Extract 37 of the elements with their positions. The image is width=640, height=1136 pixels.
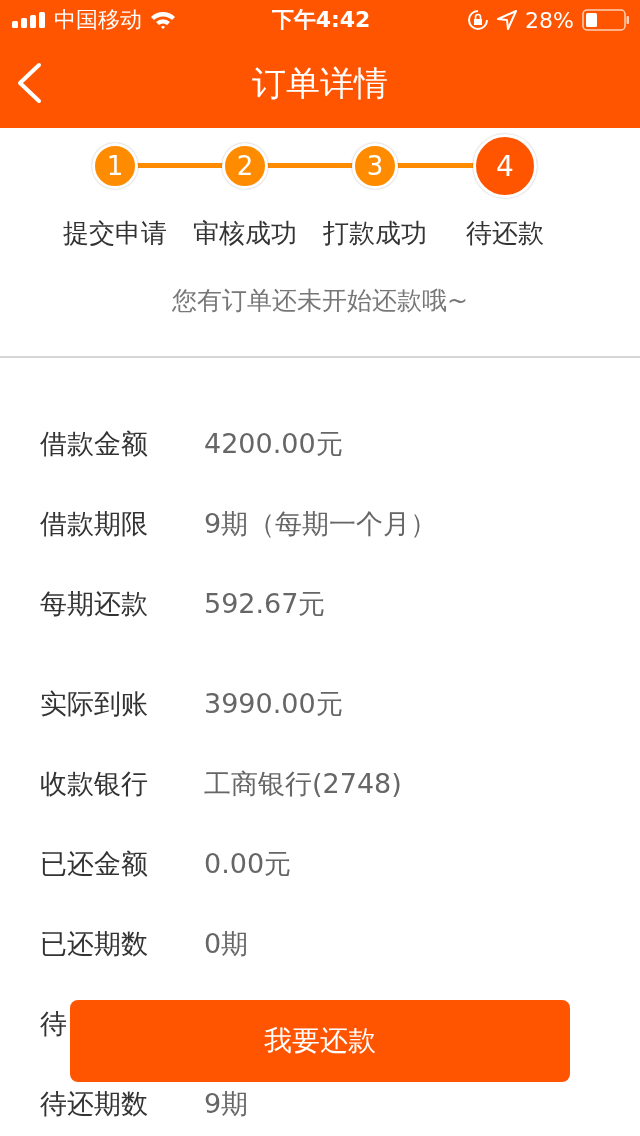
field-value: 0期 bbox=[204, 927, 249, 961]
step-label: 打款成功 bbox=[323, 217, 427, 250]
field-value: 0.00元 bbox=[204, 847, 292, 881]
step-number: 2 bbox=[222, 143, 268, 189]
battery-percent: 28% bbox=[525, 7, 574, 33]
field-label: 待 bbox=[40, 1007, 68, 1041]
notice-text: 您有订单还未开始还款哦~ bbox=[0, 280, 640, 358]
step-label: 提交申请 bbox=[63, 217, 167, 250]
field-value: 592.67元 bbox=[204, 587, 326, 621]
field-label: 每期还款 bbox=[40, 587, 149, 621]
back-icon[interactable] bbox=[16, 62, 42, 104]
signal-icon bbox=[12, 12, 46, 28]
field-value: 9期 bbox=[204, 1087, 249, 1121]
field-label: 待还期数 bbox=[40, 1087, 149, 1121]
step-label: 待还款 bbox=[466, 217, 544, 250]
step-number: 3 bbox=[352, 143, 398, 189]
step-number: 1 bbox=[92, 143, 138, 189]
page-title: 订单详情 bbox=[252, 62, 388, 105]
field-label: 实际到账 bbox=[40, 687, 149, 721]
step-label: 审核成功 bbox=[193, 217, 297, 250]
repay-button[interactable]: 我要还款 bbox=[70, 1000, 570, 1082]
field-value: 工商银行(2748) bbox=[204, 767, 402, 801]
field-value: 4200.00元 bbox=[204, 427, 343, 461]
status-time: 下午4:42 bbox=[271, 6, 371, 34]
field-label: 收款银行 bbox=[40, 767, 149, 801]
step-number: 4 bbox=[473, 134, 537, 198]
field-value: 3990.00元 bbox=[204, 687, 343, 721]
battery-icon bbox=[582, 9, 630, 31]
field-value: 9期（每期一个月） bbox=[204, 507, 438, 541]
rotation-lock-icon bbox=[467, 9, 490, 31]
location-arrow-icon bbox=[497, 10, 518, 30]
carrier-name: 中国移动 bbox=[54, 6, 142, 34]
field-label: 借款期限 bbox=[40, 507, 149, 541]
field-label: 已还金额 bbox=[40, 847, 149, 881]
field-label: 借款金额 bbox=[40, 427, 149, 461]
field-label: 已还期数 bbox=[40, 927, 149, 961]
wifi-icon bbox=[150, 11, 176, 29]
